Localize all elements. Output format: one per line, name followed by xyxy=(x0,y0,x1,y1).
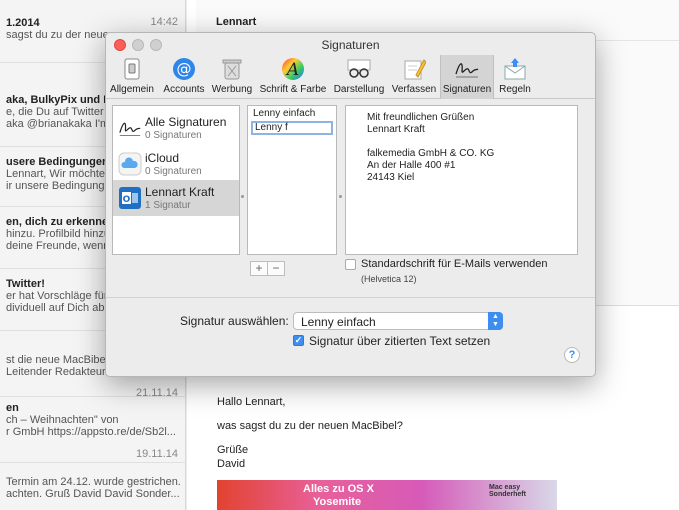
message-greeting: Hallo Lennart, xyxy=(217,396,286,408)
list-item[interactable]: Termin am 24.12. wurde gestrichen. achte… xyxy=(0,476,186,500)
svg-text:@: @ xyxy=(177,60,192,78)
tab-signaturen[interactable]: Signaturen xyxy=(440,55,494,99)
quote-checkbox[interactable]: ✓ xyxy=(293,335,304,346)
account-count: 0 Signaturen xyxy=(145,130,202,141)
account-count: 0 Signaturen xyxy=(145,166,202,177)
outlook-icon: O xyxy=(118,186,142,210)
default-font-label: Standardschrift für E-Mails verwenden xyxy=(361,258,548,270)
account-name: Lennart Kraft xyxy=(145,185,215,199)
svg-text:A: A xyxy=(285,60,299,80)
tab-werbung[interactable]: Werbung xyxy=(210,55,254,99)
trash-icon xyxy=(219,56,245,82)
account-item-icloud[interactable]: iCloud 0 Signaturen xyxy=(113,146,239,182)
list-item-date: 21.11.14 xyxy=(135,387,178,399)
list-item-snippet: r GmbH https://appsto.re/de/Sb2l... xyxy=(6,426,176,438)
preview-line: Lennart Kraft xyxy=(367,124,425,135)
at-icon: @ xyxy=(171,56,197,82)
rules-icon xyxy=(502,56,528,82)
preferences-toolbar: Allgemein @ Accounts Werbung A Schrift &… xyxy=(106,55,595,99)
tab-label: Allgemein xyxy=(110,84,154,95)
signature-item[interactable]: Lenny einfach xyxy=(251,107,333,121)
font-hint: (Helvetica 12) xyxy=(361,274,417,284)
popup-value: Lenny einfach xyxy=(301,315,376,329)
window-title: Signaturen xyxy=(321,38,380,52)
signatures-window: Signaturen Allgemein @ Accounts Werbung … xyxy=(105,32,596,377)
ad-line2: Yosemite xyxy=(313,496,362,508)
message-body: Hallo Lennart, was sagst du zu der neuen… xyxy=(217,396,403,472)
ad-badge: Mac easy Sonderheft xyxy=(489,484,526,498)
message-from: Lennart xyxy=(216,16,257,28)
account-item-alle-signaturen[interactable]: Alle Signaturen 0 Signaturen xyxy=(113,110,239,146)
list-item-snippet: achten. Gruß David David Sonder... xyxy=(6,488,180,500)
message-sign-name: David xyxy=(217,458,246,470)
tab-regeln[interactable]: Regeln xyxy=(496,55,534,99)
splitter-handle[interactable] xyxy=(240,194,245,200)
cloud-icon xyxy=(118,152,142,176)
preview-line: Mit freundlichen Grüßen xyxy=(367,112,475,123)
list-item-date: 14:42 xyxy=(150,16,178,28)
tab-allgemein[interactable]: Allgemein xyxy=(110,55,154,99)
preview-line: An der Halle 400 #1 xyxy=(367,160,456,171)
add-signature-button[interactable]: + xyxy=(250,261,268,276)
tab-label: Verfassen xyxy=(391,84,437,95)
list-item[interactable]: en ch – Weihnachten" von r GmbH https://… xyxy=(0,402,186,438)
ad-banner-image: Alles zu OS X Yosemite Mac easy Sonderhe… xyxy=(217,480,557,510)
pencil-icon xyxy=(401,56,427,82)
tab-label: Regeln xyxy=(499,84,531,95)
ad-line1: Alles zu OS X xyxy=(303,483,374,495)
account-item-lennart-kraft[interactable]: O Lennart Kraft 1 Signatur xyxy=(113,180,239,216)
list-item-title: en xyxy=(6,402,19,414)
account-count: 1 Signatur xyxy=(145,200,191,211)
account-name: Alle Signaturen xyxy=(145,115,227,129)
preview-line: falkemedia GmbH & CO. KG xyxy=(367,148,495,159)
tab-verfassen[interactable]: Verfassen xyxy=(390,55,438,99)
splitter-handle[interactable] xyxy=(338,194,343,200)
window-titlebar[interactable]: Signaturen xyxy=(106,33,595,55)
signatures-list: Lenny einfach Lenny f xyxy=(247,105,337,255)
divider xyxy=(106,297,595,298)
switch-icon xyxy=(119,56,145,82)
tab-schrift-farbe[interactable]: A Schrift & Farbe xyxy=(257,55,329,99)
svg-text:O: O xyxy=(123,195,131,205)
quote-label: Signatur über zitierten Text setzen xyxy=(309,334,491,348)
signature-name-input[interactable]: Lenny f xyxy=(251,121,333,135)
list-item-snippet: ch – Weihnachten" von xyxy=(6,414,119,426)
signature-icon xyxy=(118,116,142,140)
glasses-icon xyxy=(346,56,372,82)
accounts-list: Alle Signaturen 0 Signaturen iCloud 0 Si… xyxy=(112,105,240,255)
choose-signature-label: Signatur auswählen: xyxy=(180,314,289,328)
tab-label: Darstellung xyxy=(333,84,385,95)
signature-preview[interactable]: Mit freundlichen Grüßen Lennart Kraft fa… xyxy=(345,105,578,255)
remove-signature-button[interactable]: − xyxy=(267,261,285,276)
preview-line: 24143 Kiel xyxy=(367,172,415,183)
list-item-snippet: Termin am 24.12. wurde gestrichen. xyxy=(6,476,180,488)
message-sign: Grüße xyxy=(217,444,249,456)
font-icon: A xyxy=(280,56,306,82)
signature-icon xyxy=(454,56,480,82)
help-button[interactable]: ? xyxy=(564,347,580,363)
account-name: iCloud xyxy=(145,151,180,165)
message-text: was sagst du zu der neuen MacBibel? xyxy=(217,420,403,432)
tab-label: Werbung xyxy=(211,84,253,95)
chevron-updown-icon: ▲ ▼ xyxy=(488,312,503,330)
tab-label: Schrift & Farbe xyxy=(259,84,327,95)
tab-darstellung[interactable]: Darstellung xyxy=(332,55,386,99)
list-item-date: 19.11.14 xyxy=(135,448,178,460)
tab-label: Signaturen xyxy=(442,84,492,95)
tab-accounts[interactable]: @ Accounts xyxy=(161,55,207,99)
preview-line xyxy=(367,136,577,148)
default-font-checkbox[interactable] xyxy=(345,259,356,270)
choose-signature-popup[interactable]: Lenny einfach ▲ ▼ xyxy=(293,312,503,330)
tab-label: Accounts xyxy=(163,84,205,95)
